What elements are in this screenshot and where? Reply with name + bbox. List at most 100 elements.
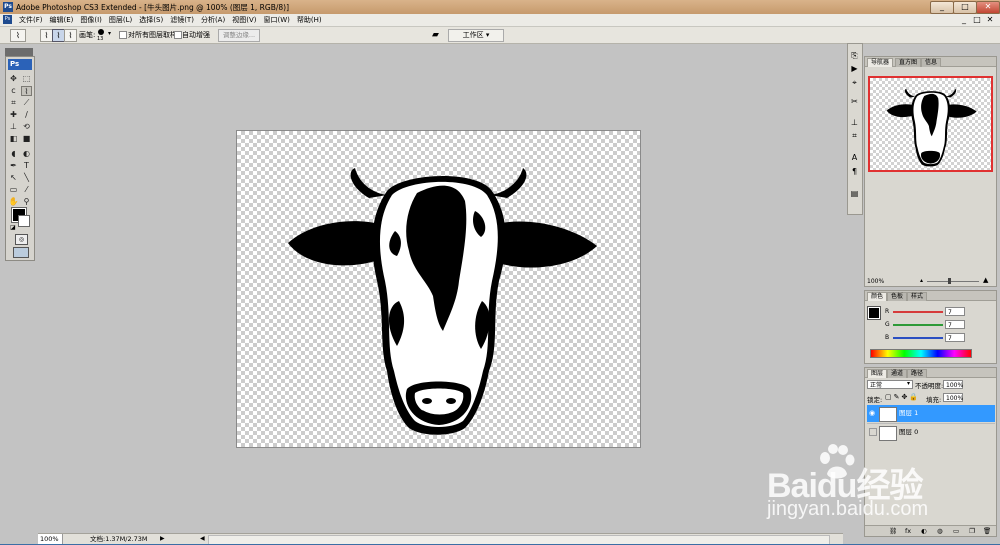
subtract-selection-button[interactable]: ⌇ xyxy=(64,29,77,42)
tab-channels[interactable]: 通道 xyxy=(887,369,908,378)
menu-image[interactable]: 图像(I) xyxy=(79,14,103,26)
tab-styles[interactable]: 样式 xyxy=(907,292,928,301)
tab-paths[interactable]: 路径 xyxy=(907,369,928,378)
workspace-button[interactable]: 工作区 ▾ xyxy=(448,29,504,42)
menu-select[interactable]: 选择(S) xyxy=(138,14,164,26)
slice-icon[interactable]: ⟋ xyxy=(21,98,32,108)
doc-close-button[interactable]: ✕ xyxy=(984,15,996,25)
menu-file[interactable]: 文件(F) xyxy=(18,14,44,26)
character-panel-icon[interactable]: A xyxy=(849,152,860,163)
menu-view[interactable]: 视图(V) xyxy=(231,14,257,26)
document-canvas[interactable] xyxy=(236,130,641,448)
blend-mode-dropdown-icon[interactable]: ▾ xyxy=(907,380,910,387)
navigator-zoom-thumb[interactable] xyxy=(948,278,951,284)
menu-edit[interactable]: 编辑(E) xyxy=(49,14,75,26)
zoom-field[interactable]: 100% xyxy=(38,534,63,544)
blur-icon[interactable]: ◖ xyxy=(8,149,19,159)
brush-preview-icon[interactable] xyxy=(98,29,104,35)
auto-enhance-checkbox[interactable] xyxy=(174,31,182,39)
channel-r-value[interactable]: 7 xyxy=(945,307,965,316)
zoom-in-icon[interactable]: ▲ xyxy=(983,276,988,284)
screen-mode-icon[interactable] xyxy=(13,247,29,258)
clone-source-icon[interactable]: ⊥ xyxy=(849,117,860,128)
navigator-preview[interactable] xyxy=(868,76,993,172)
layer-1-name[interactable]: 图层 1 xyxy=(899,405,918,422)
quick-mask-icon[interactable]: ◎ xyxy=(15,234,28,245)
notes-icon[interactable]: ▭ xyxy=(8,185,19,195)
channel-g-slider[interactable] xyxy=(893,324,943,326)
tab-info[interactable]: 信息 xyxy=(921,58,942,67)
lasso-icon[interactable]: ⅽ xyxy=(8,86,19,96)
color-fg-swatch[interactable] xyxy=(868,307,880,319)
type-icon[interactable]: T xyxy=(21,161,32,171)
sample-all-layers-checkbox[interactable] xyxy=(119,31,127,39)
tab-layers[interactable]: 图层 xyxy=(867,369,888,378)
zoom-out-icon[interactable]: ▴ xyxy=(920,277,923,284)
lock-icons[interactable]: ▢✎✥🔒 xyxy=(885,393,920,401)
channel-r-slider[interactable] xyxy=(893,311,943,313)
close-button[interactable]: ✕ xyxy=(976,1,1000,14)
navigator-zoom-slider[interactable] xyxy=(927,281,979,282)
default-colors-icon[interactable]: ◪ xyxy=(10,224,16,231)
layer-row-1[interactable]: ◉ 图层 1 xyxy=(867,405,995,422)
eraser-icon[interactable]: ◧ xyxy=(8,134,19,144)
menu-analysis[interactable]: 分析(A) xyxy=(200,14,226,26)
fill-field[interactable]: 100% xyxy=(943,393,963,402)
ps-menu-icon[interactable]: Ps xyxy=(3,15,12,24)
doc-info-menu-icon[interactable]: ▶ xyxy=(160,534,165,544)
channel-g-value[interactable]: 7 xyxy=(945,320,965,329)
marquee-icon[interactable]: ⬚ xyxy=(21,74,32,84)
channel-b-slider[interactable] xyxy=(893,337,943,339)
pen-icon[interactable]: ✒ xyxy=(8,161,19,171)
paragraph-panel-icon[interactable]: ¶ xyxy=(849,166,860,177)
actions-panel-icon[interactable]: ▶ xyxy=(849,63,860,74)
tab-color[interactable]: 颜色 xyxy=(867,292,888,301)
history-panel-icon[interactable]: ⎘ xyxy=(849,50,860,61)
stamp-icon[interactable]: ⊥ xyxy=(8,122,19,132)
shape-icon[interactable]: ╲ xyxy=(21,173,32,183)
layer-row-0[interactable]: 图层 0 xyxy=(867,423,995,441)
color-spectrum-bar[interactable] xyxy=(870,349,972,358)
tools-panel-grip[interactable] xyxy=(5,48,33,56)
layer-0-name[interactable]: 图层 0 xyxy=(899,424,918,441)
zoom-icon[interactable]: ⚲ xyxy=(21,197,32,207)
paths-panel-icon[interactable]: ⌗ xyxy=(849,130,860,141)
palette-well-icon[interactable]: ▰ xyxy=(432,30,439,40)
opacity-field[interactable]: 100% xyxy=(943,380,963,389)
menu-filter[interactable]: 滤镜(T) xyxy=(169,14,195,26)
app-logo-icon: Ps xyxy=(3,2,13,12)
menu-window[interactable]: 窗口(W) xyxy=(262,14,290,26)
layer-0-visibility-box[interactable] xyxy=(869,428,877,436)
background-color-swatch[interactable] xyxy=(18,215,30,227)
quick-selection-icon[interactable]: ⌇ xyxy=(21,86,32,96)
refine-edge-button[interactable]: 调整边缘... xyxy=(218,29,260,42)
channel-b-value[interactable]: 7 xyxy=(945,333,965,342)
brush-dropdown-icon[interactable]: ▾ xyxy=(108,30,111,37)
minimize-button[interactable]: _ xyxy=(930,1,954,14)
doc-restore-button[interactable]: □ xyxy=(971,15,983,25)
layer-1-visibility-eye-icon[interactable]: ◉ xyxy=(869,409,876,417)
menu-layer[interactable]: 图层(L) xyxy=(108,14,133,26)
tab-swatches[interactable]: 色板 xyxy=(887,292,908,301)
navigator-zoom[interactable]: 100% xyxy=(867,278,884,285)
brush-icon[interactable]: ∕ xyxy=(21,110,32,120)
eyedropper-icon[interactable]: ⁄ xyxy=(21,185,32,195)
maximize-button[interactable]: □ xyxy=(953,1,977,14)
hand-icon[interactable]: ✋ xyxy=(8,197,19,207)
tool-presets-icon[interactable]: ⌖ xyxy=(849,77,860,88)
move-icon[interactable]: ✥ xyxy=(8,74,19,84)
history-brush-icon[interactable]: ⟲ xyxy=(21,122,32,132)
tab-navigator[interactable]: 导航器 xyxy=(867,58,894,67)
scroll-left-icon[interactable]: ◀ xyxy=(200,534,205,544)
doc-minimize-button[interactable]: _ xyxy=(958,15,970,25)
layer-comps-icon[interactable]: ▤ xyxy=(849,188,860,199)
menu-help[interactable]: 帮助(H) xyxy=(296,14,323,26)
brushes-panel-icon[interactable]: ✂ xyxy=(849,96,860,107)
path-select-icon[interactable]: ↖ xyxy=(8,173,19,183)
crop-icon[interactable]: ⌗ xyxy=(8,98,19,108)
healing-icon[interactable]: ✚ xyxy=(8,110,19,120)
tab-histogram[interactable]: 直方图 xyxy=(895,58,922,67)
tool-preset-picker[interactable]: ⌇ xyxy=(10,29,26,42)
gradient-icon[interactable]: ■ xyxy=(21,134,32,144)
dodge-icon[interactable]: ◐ xyxy=(21,149,32,159)
